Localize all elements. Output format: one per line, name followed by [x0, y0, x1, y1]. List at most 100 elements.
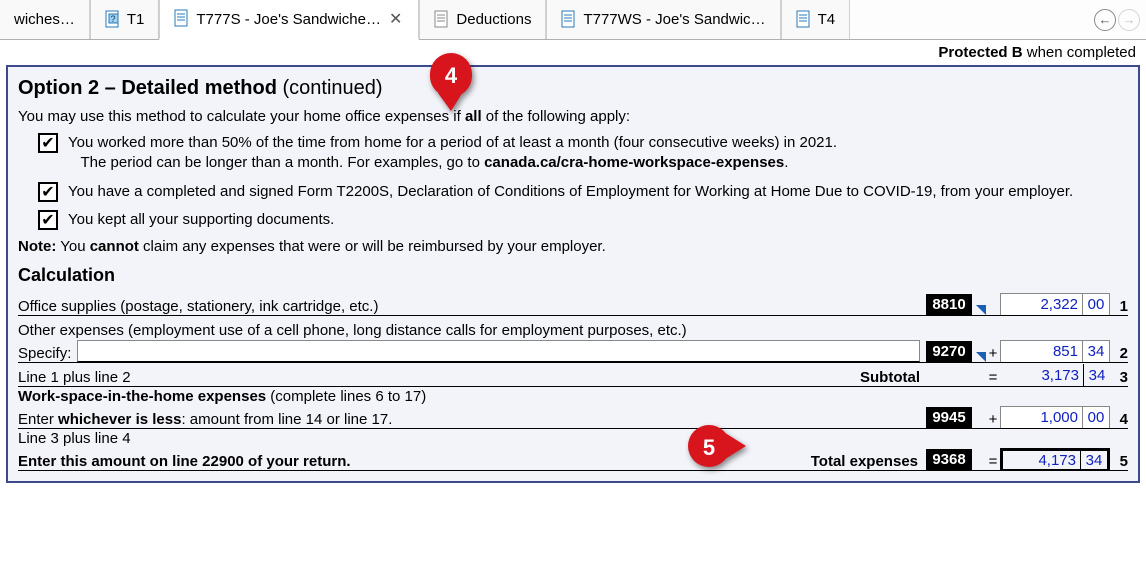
- tab-label: T1: [127, 11, 145, 28]
- form-area: Option 2 – Detailed method (continued) Y…: [6, 65, 1140, 483]
- check1-l1: You worked more than 50% of the time fro…: [68, 134, 837, 151]
- l3-dollars: 3,173: [1000, 364, 1084, 386]
- l3-label: Line 1 plus line 2: [18, 369, 860, 386]
- l5-num: 5: [1110, 453, 1128, 470]
- check-row-1: ✔ You worked more than 50% of the time f…: [38, 133, 1128, 174]
- svg-text:?: ?: [110, 14, 115, 24]
- l2-op: +: [986, 345, 1000, 362]
- dropdown-marker-icon[interactable]: [974, 352, 986, 362]
- doc-icon: [174, 9, 190, 29]
- checkbox-1[interactable]: ✔: [38, 133, 58, 153]
- wsh1-suffix: (complete lines 6 to 17): [266, 388, 426, 405]
- l5-cents: 34: [1081, 451, 1107, 469]
- l3-cents: 34: [1084, 364, 1110, 386]
- wsh1-bold: Work-space-in-the-home expenses: [18, 388, 266, 405]
- calc-line-5: Enter this amount on line 22900 of your …: [18, 447, 1128, 471]
- protected-bold: Protected B: [938, 44, 1022, 61]
- nav-arrows: ← →: [1094, 0, 1146, 39]
- heading-main: Option 2 – Detailed method: [18, 77, 277, 99]
- l1-num: 1: [1110, 298, 1128, 315]
- note-line: Note: You cannot claim any expenses that…: [18, 238, 1128, 255]
- check-row-2: ✔ You have a completed and signed Form T…: [38, 182, 1128, 202]
- check1-l2a: The period can be longer than a month. F…: [81, 154, 485, 171]
- specify-input[interactable]: [77, 340, 920, 362]
- l3-num: 3: [1110, 369, 1128, 386]
- l3-amount: 3,173 34: [1000, 364, 1110, 386]
- close-icon[interactable]: ✕: [387, 9, 404, 29]
- l5a: Line 3 plus line 4: [18, 429, 1128, 447]
- l2-num: 2: [1110, 345, 1128, 362]
- wsh2b: whichever is less: [58, 411, 181, 428]
- note-t2: claim any expenses that were or will be …: [139, 238, 606, 255]
- checkbox-3[interactable]: ✔: [38, 210, 58, 230]
- specify-label: Specify:: [18, 345, 77, 362]
- checkbox-2[interactable]: ✔: [38, 182, 58, 202]
- other-desc: Other expenses (employment use of a cell…: [18, 316, 1128, 339]
- l1-dollars: 2,322: [1001, 294, 1083, 315]
- note-b1: Note:: [18, 238, 56, 255]
- l2-dollars: 851: [1001, 341, 1083, 362]
- tab-t777s[interactable]: T777S - Joe's Sandwiche… ✕: [159, 0, 419, 40]
- l5-amount: 4,173 34: [1000, 448, 1110, 470]
- l4-amount[interactable]: 1,000 00: [1000, 406, 1110, 428]
- l4-dollars: 1,000: [1001, 407, 1083, 428]
- doc-icon: [434, 10, 450, 30]
- heading-cont: (continued): [282, 77, 382, 99]
- tab-label: Deductions: [456, 11, 531, 28]
- tab-truncated-left[interactable]: wiches…: [0, 0, 90, 39]
- l1-label: Office supplies (postage, stationery, in…: [18, 298, 926, 315]
- doc-icon: [561, 10, 577, 30]
- subtotal-label: Subtotal: [860, 369, 928, 386]
- nav-back-button[interactable]: ←: [1094, 9, 1116, 31]
- l5-code: 9368: [926, 449, 972, 470]
- doc-icon: [796, 10, 812, 30]
- l1-amount[interactable]: 2,322 00: [1000, 293, 1110, 315]
- l1-code: 8810: [926, 294, 972, 315]
- l5a-label: Line 3 plus line 4: [18, 430, 1128, 447]
- intro-p1: You may use this method to calculate you…: [18, 108, 465, 125]
- l5b-bold: Enter this amount on line 22900 of your …: [18, 453, 351, 470]
- calc-line-1: Office supplies (postage, stationery, in…: [18, 292, 1128, 316]
- calc-line-2: Specify: 9270 + 851 34 2: [18, 339, 1128, 363]
- option-heading: Option 2 – Detailed method (continued): [18, 77, 1128, 100]
- intro-p2: of the following apply:: [482, 108, 630, 125]
- protected-suffix: when completed: [1023, 44, 1136, 61]
- l4-cents: 00: [1083, 407, 1109, 428]
- intro-line: You may use this method to calculate you…: [18, 108, 1128, 125]
- dropdown-marker-icon[interactable]: [974, 305, 986, 315]
- check-row-3: ✔ You kept all your supporting documents…: [38, 210, 1128, 230]
- l2-cents: 34: [1083, 341, 1109, 362]
- l3-op: =: [986, 369, 1000, 386]
- check1-l2c: .: [784, 154, 788, 171]
- l1-cents: 00: [1083, 294, 1109, 315]
- l5b: Enter this amount on line 22900 of your …: [18, 453, 811, 470]
- total-label: Total expenses: [811, 453, 926, 470]
- check1-text: You worked more than 50% of the time fro…: [68, 133, 1128, 174]
- l2-code: 9270: [926, 341, 972, 362]
- nav-forward-button[interactable]: →: [1118, 9, 1140, 31]
- l2-amount[interactable]: 851 34: [1000, 340, 1110, 362]
- l5-dollars: 4,173: [1003, 451, 1081, 469]
- l4-code: 9945: [926, 407, 972, 428]
- note-t1: You: [56, 238, 89, 255]
- wsh2: Enter whichever is less: amount from lin…: [18, 411, 926, 428]
- wsh1: Work-space-in-the-home expenses (complet…: [18, 388, 1128, 405]
- wsh2c: : amount from line 14 or line 17.: [181, 411, 392, 428]
- doc-help-icon: ?: [105, 10, 121, 30]
- tab-label: T4: [818, 11, 836, 28]
- wsh2a: Enter: [18, 411, 58, 428]
- calc-heading: Calculation: [18, 265, 1128, 286]
- tab-deductions[interactable]: Deductions: [419, 0, 546, 39]
- calc-line-4: Enter whichever is less: amount from lin…: [18, 405, 1128, 429]
- tab-t4[interactable]: T4: [781, 0, 851, 39]
- tab-t1[interactable]: ? T1: [90, 0, 160, 39]
- tab-t777ws[interactable]: T777WS - Joe's Sandwic…: [546, 0, 780, 39]
- l4-op: +: [986, 411, 1000, 428]
- tab-label: T777S - Joe's Sandwiche…: [196, 11, 381, 28]
- tab-label: wiches…: [14, 11, 75, 28]
- calc-line-3: Line 1 plus line 2 Subtotal = 3,173 34 3: [18, 363, 1128, 387]
- check3-text: You kept all your supporting documents.: [68, 210, 1128, 230]
- tab-label: T777WS - Joe's Sandwic…: [583, 11, 765, 28]
- intro-bold: all: [465, 108, 482, 125]
- l5-op: =: [986, 453, 1000, 470]
